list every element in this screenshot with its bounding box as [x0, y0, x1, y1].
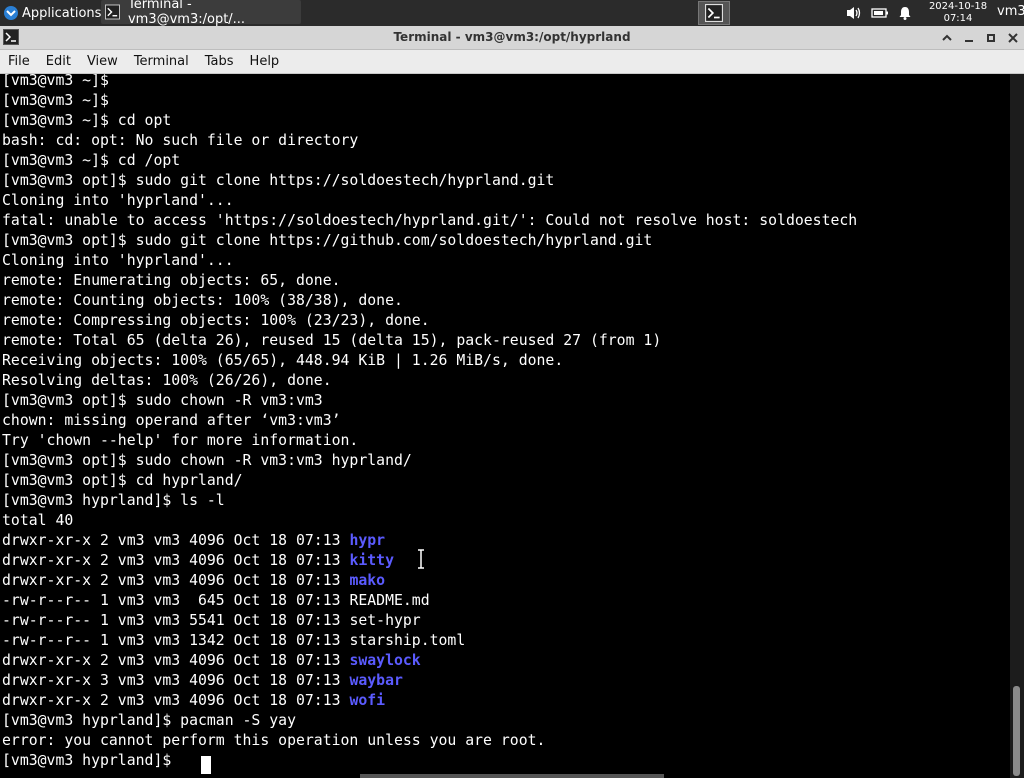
terminal-line: [vm3@vm3 hyprland]$ ls -l: [2, 492, 225, 509]
menu-terminal[interactable]: Terminal: [126, 54, 197, 69]
horizontal-scroll-indicator: [360, 774, 664, 778]
system-tray: [845, 0, 913, 26]
listing-meta: drwxr-xr-x 2 vm3 vm3 4096 Oct 18 07:13: [2, 692, 350, 709]
terminal-line: chown: missing operand after ‘vm3:vm3’: [2, 412, 341, 429]
terminal-line: [vm3@vm3 opt]$ sudo chown -R vm3:vm3: [2, 392, 323, 409]
listing-meta: -rw-r--r-- 1 vm3 vm3 1342 Oct 18 07:13: [2, 632, 350, 649]
clock-date: 2024-10-18: [928, 1, 988, 12]
menu-file[interactable]: File: [0, 54, 38, 69]
clock[interactable]: 2024-10-18 07:14: [925, 0, 991, 27]
menu-tabs[interactable]: Tabs: [197, 54, 242, 69]
terminal-line: [vm3@vm3 opt]$ sudo chown -R vm3:vm3 hyp…: [2, 452, 412, 469]
vertical-scrollbar[interactable]: [1010, 74, 1024, 778]
listing-row: -rw-r--r-- 1 vm3 vm3 1342 Oct 18 07:13 s…: [2, 631, 465, 651]
terminal-output[interactable]: [vm3@vm3 ~]$ [vm3@vm3 ~]$ [vm3@vm3 ~]$ c…: [0, 74, 1010, 778]
shade-button[interactable]: [940, 31, 954, 45]
top-panel: Applications ⋮ Terminal - vm3@vm3:/opt/.…: [0, 0, 1024, 27]
listing-meta: drwxr-xr-x 2 vm3 vm3 4096 Oct 18 07:13: [2, 572, 350, 589]
listing-row: drwxr-xr-x 2 vm3 vm3 4096 Oct 18 07:13 h…: [2, 531, 385, 551]
minimize-icon: [965, 39, 973, 42]
workspace-terminal-button[interactable]: [698, 1, 730, 25]
applications-label: Applications: [22, 5, 102, 21]
terminal-line: total 40: [2, 512, 74, 529]
listing-name-file: README.md: [349, 592, 430, 609]
listing-name-dir: hypr: [349, 532, 386, 549]
menu-view[interactable]: View: [79, 54, 126, 69]
close-button[interactable]: [1006, 31, 1020, 45]
terminal-line: [vm3@vm3 ~]$ cd opt: [2, 112, 172, 129]
listing-meta: drwxr-xr-x 2 vm3 vm3 4096 Oct 18 07:13: [2, 552, 350, 569]
terminal-line: [vm3@vm3 opt]$ sudo git clone https://so…: [2, 172, 555, 189]
terminal-line: [vm3@vm3 ~]$ cd /opt: [2, 152, 181, 169]
listing-meta: drwxr-xr-x 2 vm3 vm3 4096 Oct 18 07:13: [2, 652, 350, 669]
listing-name-dir: wofi: [349, 692, 386, 709]
close-icon: [1008, 32, 1018, 43]
listing-meta: drwxr-xr-x 3 vm3 vm3 4096 Oct 18 07:13: [2, 672, 350, 689]
listing-row: drwxr-xr-x 3 vm3 vm3 4096 Oct 18 07:13 w…: [2, 671, 403, 691]
listing-row: -rw-r--r-- 1 vm3 vm3 5541 Oct 18 07:13 s…: [2, 611, 421, 631]
listing-row: -rw-r--r-- 1 vm3 vm3 645 Oct 18 07:13 RE…: [2, 591, 430, 611]
terminal-line: remote: Counting objects: 100% (38/38), …: [2, 292, 403, 309]
listing-row: drwxr-xr-x 2 vm3 vm3 4096 Oct 18 07:13 k…: [2, 551, 394, 571]
window-controls: [940, 26, 1020, 49]
terminal-line: [vm3@vm3 hyprland]$ pacman -S yay: [2, 712, 296, 729]
listing-name-dir: waybar: [349, 672, 403, 689]
listing-name-file: set-hypr: [349, 612, 421, 629]
terminal-line: remote: Enumerating objects: 65, done.: [2, 272, 341, 289]
terminal-line: Cloning into 'hyprland'...: [2, 252, 234, 269]
battery-icon[interactable]: [871, 5, 889, 21]
terminal-icon: [705, 4, 723, 22]
listing-name-dir: kitty: [349, 552, 394, 569]
terminal-line: Resolving deltas: 100% (26/26), done.: [2, 372, 332, 389]
maximize-icon: [987, 33, 995, 42]
listing-name-dir: mako: [349, 572, 386, 589]
listing-name-dir: swaylock: [349, 652, 421, 669]
terminal-line: fatal: unable to access 'https://soldoes…: [2, 212, 858, 229]
terminal-line: [vm3@vm3 opt]$ cd hyprland/: [2, 472, 243, 489]
terminal-prompt: [vm3@vm3 hyprland]$: [2, 752, 181, 769]
listing-meta: -rw-r--r-- 1 vm3 vm3 645 Oct 18 07:13: [2, 592, 350, 609]
listing-meta: drwxr-xr-x 2 vm3 vm3 4096 Oct 18 07:13: [2, 532, 350, 549]
listing-row: drwxr-xr-x 2 vm3 vm3 4096 Oct 18 07:13 m…: [2, 571, 385, 591]
terminal-line: remote: Total 65 (delta 26), reused 15 (…: [2, 332, 662, 349]
listing-row: drwxr-xr-x 2 vm3 vm3 4096 Oct 18 07:13 w…: [2, 691, 385, 711]
terminal-icon: [105, 4, 120, 20]
ibeam-cursor-icon: [418, 549, 424, 569]
clock-time: 07:14: [943, 13, 973, 24]
chevron-up-icon: [942, 34, 952, 41]
terminal-line: error: you cannot perform this operation…: [2, 732, 546, 749]
menu-edit[interactable]: Edit: [38, 54, 79, 69]
user-menu[interactable]: vm3: [997, 0, 1024, 26]
minimize-button[interactable]: [962, 31, 976, 45]
terminal-line: [vm3@vm3 ~]$: [2, 92, 109, 109]
listing-meta: -rw-r--r-- 1 vm3 vm3 5541 Oct 18 07:13: [2, 612, 350, 629]
taskbar-terminal-title: Terminal - vm3@vm3:/opt/...: [127, 0, 246, 27]
terminal-line: bash: cd: opt: No such file or directory: [2, 132, 359, 149]
taskbar-terminal-button[interactable]: Terminal - vm3@vm3:/opt/...: [101, 0, 301, 27]
notification-bell-icon[interactable]: [897, 5, 913, 21]
terminal-line: remote: Compressing objects: 100% (23/23…: [2, 312, 430, 329]
listing-row: drwxr-xr-x 2 vm3 vm3 4096 Oct 18 07:13 s…: [2, 651, 421, 671]
scrollbar-thumb[interactable]: [1013, 686, 1020, 776]
volume-icon[interactable]: [845, 5, 863, 21]
window-title: Terminal - vm3@vm3:/opt/hyprland: [393, 30, 631, 44]
menubar: File Edit View Terminal Tabs Help: [0, 50, 1024, 74]
terminal-line: Cloning into 'hyprland'...: [2, 192, 234, 209]
terminal-line: Receiving objects: 100% (65/65), 448.94 …: [2, 352, 564, 369]
maximize-button[interactable]: [984, 31, 998, 45]
terminal-line: [vm3@vm3 ~]$: [2, 74, 109, 89]
terminal-line: Try 'chown --help' for more information.: [2, 432, 359, 449]
listing-name-file: starship.toml: [349, 632, 466, 649]
xfce-logo-icon: [4, 6, 18, 20]
terminal-line: [vm3@vm3 opt]$ sudo git clone https://gi…: [2, 232, 653, 249]
menu-help[interactable]: Help: [242, 54, 288, 69]
window-titlebar[interactable]: Terminal - vm3@vm3:/opt/hyprland: [0, 26, 1024, 50]
text-cursor: [201, 756, 211, 774]
